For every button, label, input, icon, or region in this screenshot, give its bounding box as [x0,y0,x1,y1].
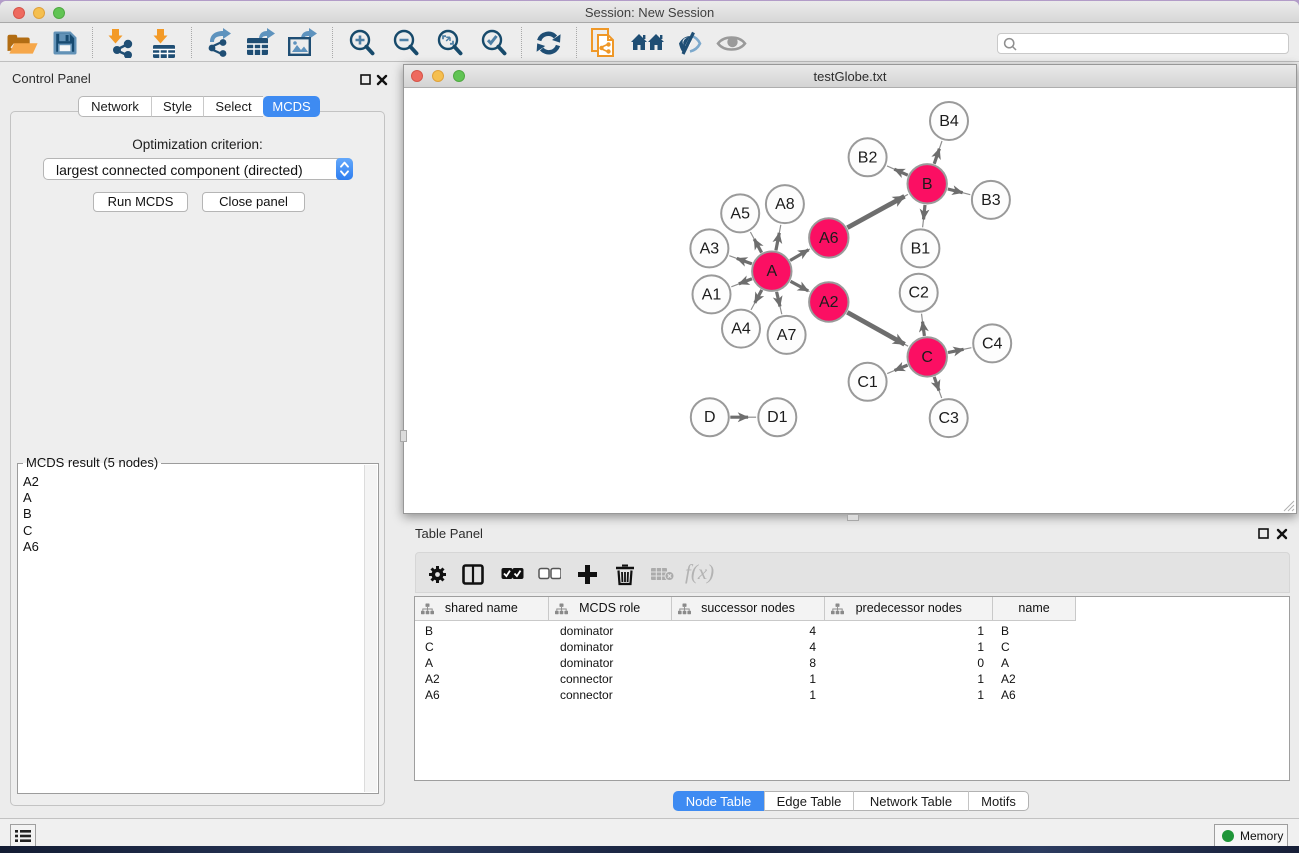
svg-text:C2: C2 [908,285,929,302]
svg-text:C: C [921,349,933,366]
svg-text:A5: A5 [730,205,750,222]
svg-text:B: B [922,176,933,193]
svg-text:A2: A2 [819,294,839,311]
svg-text:A1: A1 [702,286,722,303]
svg-text:D: D [704,409,716,426]
svg-text:A7: A7 [777,327,797,344]
svg-text:C4: C4 [982,335,1003,352]
svg-text:B4: B4 [939,113,959,130]
svg-text:D1: D1 [767,409,788,426]
svg-text:A8: A8 [775,196,795,213]
svg-text:B3: B3 [981,192,1001,209]
svg-text:A6: A6 [819,230,839,247]
svg-text:C3: C3 [938,410,959,427]
svg-text:A: A [766,263,777,280]
svg-text:B1: B1 [911,240,931,257]
svg-text:C1: C1 [857,374,878,391]
svg-text:A4: A4 [731,321,751,338]
svg-text:A3: A3 [700,240,720,257]
svg-text:B2: B2 [858,149,878,166]
